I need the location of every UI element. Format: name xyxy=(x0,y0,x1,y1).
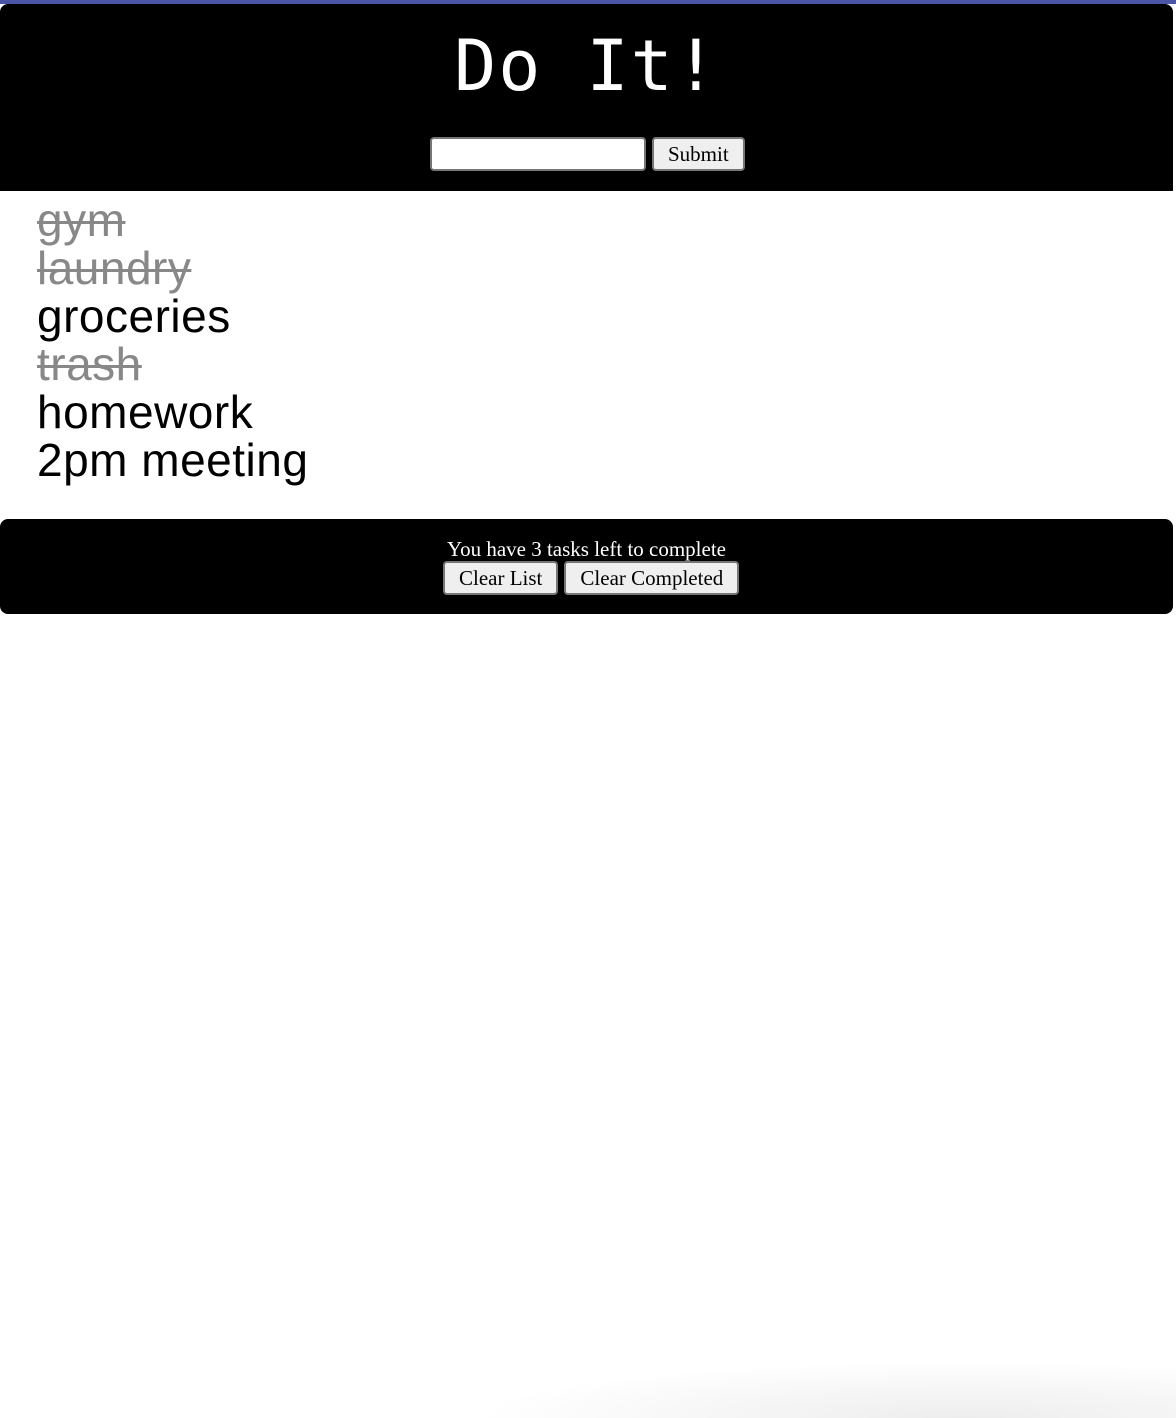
clear-list-button[interactable]: Clear List xyxy=(443,561,559,595)
app-title: Do It! xyxy=(454,25,719,107)
bottom-shadow xyxy=(470,1360,1176,1418)
clear-completed-button[interactable]: Clear Completed xyxy=(564,561,740,595)
new-task-input[interactable] xyxy=(430,137,646,171)
task-item[interactable]: gym xyxy=(37,196,308,244)
submit-button[interactable]: Submit xyxy=(652,137,745,171)
task-item[interactable]: groceries xyxy=(37,292,308,340)
new-task-form: Submit xyxy=(430,136,745,172)
task-item[interactable]: homework xyxy=(37,388,308,436)
task-item[interactable]: trash xyxy=(37,340,308,388)
app-header: Do It! Submit xyxy=(0,4,1173,191)
task-item[interactable]: 2pm meeting xyxy=(37,436,308,484)
app-footer: You have 3 tasks left to complete Clear … xyxy=(0,519,1173,614)
tasks-remaining-text: You have 3 tasks left to complete xyxy=(447,537,726,561)
task-item[interactable]: laundry xyxy=(37,244,308,292)
footer-actions: Clear List Clear Completed xyxy=(443,560,740,595)
task-list: gym laundry groceries trash homework 2pm… xyxy=(37,196,308,484)
